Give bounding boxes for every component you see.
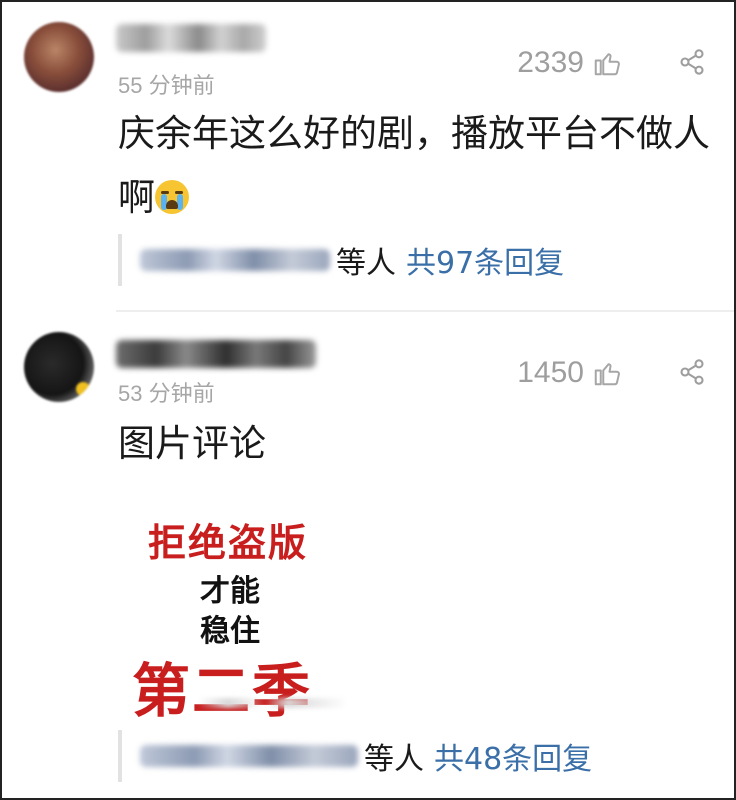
like-button[interactable]: 2339 xyxy=(517,46,622,80)
image-text-line: 拒绝盗版 xyxy=(148,521,309,565)
like-count: 1450 xyxy=(517,356,584,389)
like-button[interactable]: 1450 xyxy=(517,356,622,390)
comment-item: 53 分钟前 1450 图片评论 拒绝盗版 才能 稳住 第二季 等人 共48条回… xyxy=(2,312,734,800)
username-blurred[interactable] xyxy=(116,24,266,52)
username-blurred[interactable] xyxy=(116,340,316,368)
share-icon[interactable] xyxy=(678,48,706,76)
avatar[interactable] xyxy=(24,22,94,92)
comment-list: 55 分钟前 2339 庆余年这么好的剧，播放平台不做人啊 等人 共97条回复 xyxy=(0,0,736,800)
comment-text-body: 图片评论 xyxy=(118,422,266,465)
replies-preview[interactable]: 等人 共97条回复 xyxy=(118,234,564,286)
view-replies-link[interactable]: 共97条回复 xyxy=(406,238,564,282)
comment-image[interactable]: 拒绝盗版 才能 稳住 第二季 xyxy=(118,502,358,725)
image-text-line: 才能 xyxy=(200,574,260,609)
crying-face-icon xyxy=(155,180,189,214)
thumbs-up-icon xyxy=(594,363,620,386)
like-count: 2339 xyxy=(517,46,584,79)
comment-text: 庆余年这么好的剧，播放平台不做人啊 xyxy=(118,102,718,230)
reply-suffix: 等人 xyxy=(364,742,424,777)
comment-text: 图片评论 xyxy=(118,412,718,476)
comment-time: 53 分钟前 xyxy=(118,381,215,406)
comment-item: 55 分钟前 2339 庆余年这么好的剧，播放平台不做人啊 等人 共97条回复 xyxy=(2,2,734,310)
reply-suffix: 等人 xyxy=(336,246,396,281)
replies-preview[interactable]: 等人 共48条回复 xyxy=(118,730,592,782)
reply-user-names-blurred xyxy=(140,249,330,271)
share-icon[interactable] xyxy=(678,358,706,386)
thumbs-up-icon xyxy=(594,53,620,76)
image-text-line: 第二季 xyxy=(132,657,313,725)
comment-text-body: 庆余年这么好的剧，播放平台不做人啊 xyxy=(118,112,710,219)
view-replies-link[interactable]: 共48条回复 xyxy=(434,734,592,778)
verified-badge-icon xyxy=(76,382,90,396)
watermark xyxy=(198,698,348,708)
comment-time: 55 分钟前 xyxy=(118,73,215,98)
reply-user-names-blurred xyxy=(140,745,358,767)
avatar[interactable] xyxy=(24,332,94,402)
